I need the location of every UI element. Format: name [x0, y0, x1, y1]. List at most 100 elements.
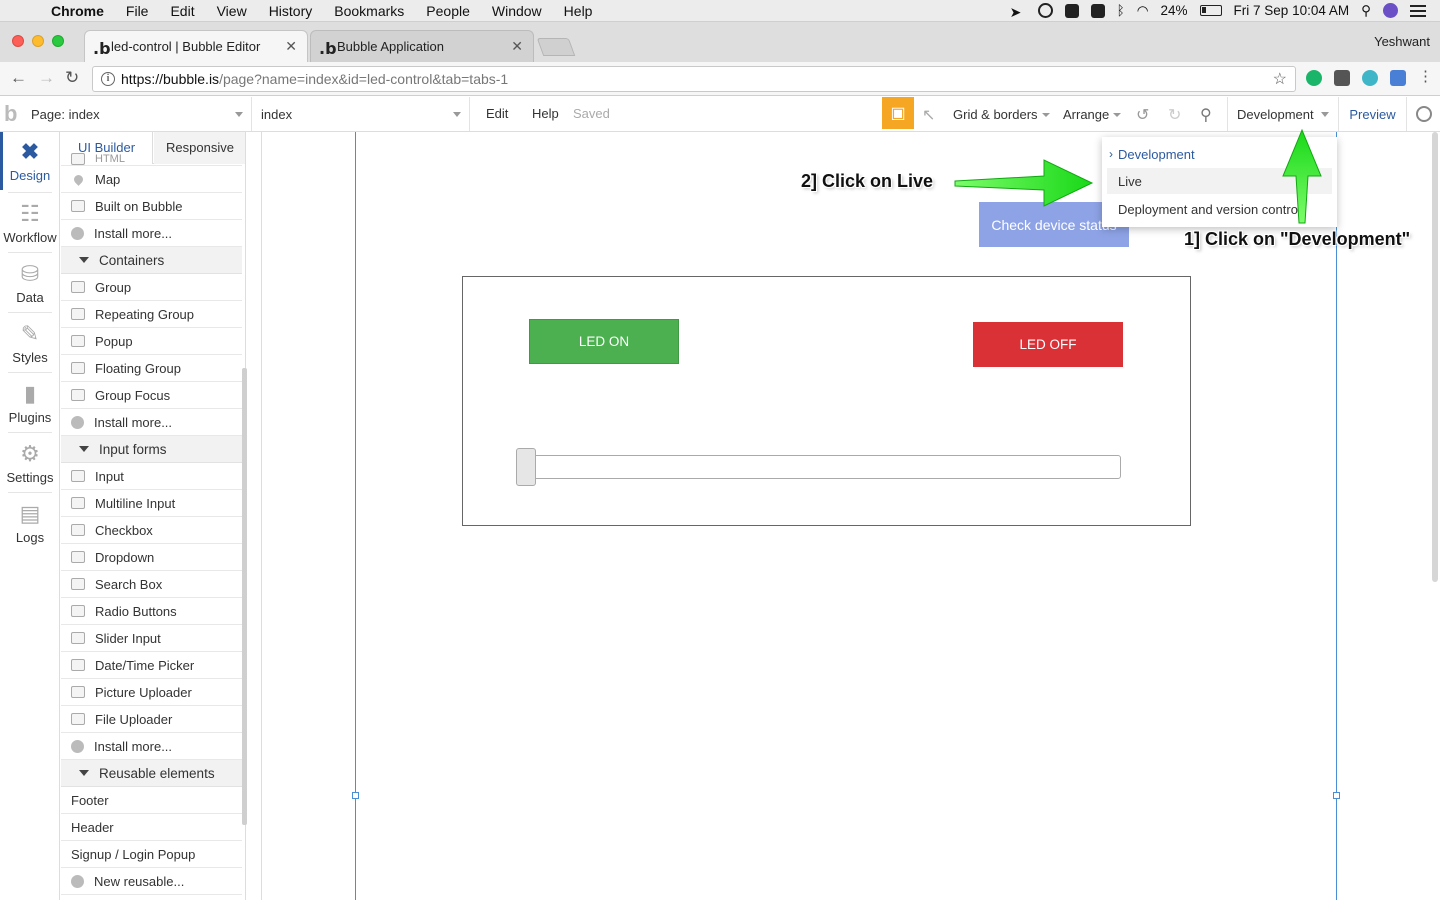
menu-app[interactable]: Chrome	[40, 3, 115, 19]
palette-item[interactable]: Install more...	[61, 409, 242, 436]
palette-section-header[interactable]: Containers	[61, 247, 242, 274]
palette-item-html[interactable]: HTML	[61, 150, 242, 166]
palette-item[interactable]: Search Box	[61, 571, 242, 598]
palette-item[interactable]: Date/Time Picker	[61, 652, 242, 679]
palette-item[interactable]: Radio Buttons	[61, 598, 242, 625]
profile-name[interactable]: Yeshwant	[1374, 34, 1430, 49]
version-option-deployment[interactable]: Deployment and version control	[1107, 196, 1332, 222]
palette-item[interactable]: Footer	[61, 787, 242, 814]
nav-design[interactable]: ✖ Design	[0, 132, 60, 192]
close-window-button[interactable]	[12, 35, 24, 47]
palette-item[interactable]: Header	[61, 814, 242, 841]
bookmark-star-icon[interactable]: ☆	[1273, 69, 1287, 89]
calendar-extension-icon[interactable]	[1390, 70, 1406, 86]
slider-track[interactable]	[522, 455, 1121, 479]
palette-item[interactable]: Signup / Login Popup	[61, 841, 242, 868]
preview-button[interactable]: Preview	[1338, 97, 1406, 131]
palette-item[interactable]: Picture Uploader	[61, 679, 242, 706]
version-option-development[interactable]: › Development	[1107, 141, 1332, 167]
palette-item[interactable]: File Uploader	[61, 706, 242, 733]
version-option-live[interactable]: Live	[1107, 168, 1332, 194]
nav-logs[interactable]: ▤ Logs	[0, 494, 60, 554]
m-extension-icon[interactable]	[1362, 70, 1378, 86]
forward-icon[interactable]: →	[38, 68, 55, 88]
resize-handle[interactable]	[352, 792, 359, 799]
palette-item[interactable]: Popup	[61, 328, 242, 355]
nav-styles[interactable]: ✎ Styles	[0, 314, 60, 374]
wifi-icon[interactable]: ◠	[1137, 3, 1149, 19]
gift-button[interactable]: ▣	[882, 97, 914, 129]
grid-borders-dropdown[interactable]: Grid & borders	[953, 107, 1050, 122]
fullscreen-window-button[interactable]	[52, 35, 64, 47]
clock[interactable]: Fri 7 Sep 10:04 AM	[1234, 3, 1350, 18]
spotlight-icon[interactable]: ⚲	[1361, 3, 1371, 19]
element-select[interactable]: index	[253, 97, 470, 131]
menu-history[interactable]: History	[258, 3, 324, 19]
back-icon[interactable]: ←	[10, 68, 27, 88]
tab-bubble-editor[interactable]: .b led-control | Bubble Editor ✕	[84, 30, 308, 62]
redo-icon[interactable]: ↻	[1168, 105, 1181, 125]
page-select[interactable]: Page: index	[24, 97, 252, 131]
canvas-scrollbar[interactable]	[1432, 132, 1438, 582]
menu-bookmarks[interactable]: Bookmarks	[323, 3, 415, 19]
new-tab-button[interactable]	[536, 38, 576, 56]
search-icon[interactable]: ⚲	[1200, 105, 1212, 125]
siri-icon[interactable]	[1383, 3, 1398, 18]
menu-window[interactable]: Window	[481, 3, 553, 19]
grammarly-extension-icon[interactable]	[1306, 70, 1322, 86]
close-tab-icon[interactable]: ✕	[285, 38, 297, 55]
palette-item[interactable]: Built on Bubble	[61, 193, 242, 220]
reload-icon[interactable]: ↻	[65, 68, 79, 88]
menu-help[interactable]: Help	[553, 3, 604, 19]
palette-section-header[interactable]: Reusable elements	[61, 760, 242, 787]
menu-view[interactable]: View	[206, 3, 258, 19]
bubble-logo-icon[interactable]: b	[4, 101, 17, 127]
menu-edit[interactable]: Edit	[159, 3, 205, 19]
bluetooth-icon[interactable]: ᛒ	[1117, 3, 1125, 18]
menu-file[interactable]: File	[115, 3, 160, 19]
account-button[interactable]	[1406, 97, 1440, 131]
arrange-dropdown[interactable]: Arrange	[1063, 107, 1122, 122]
palette-item[interactable]: Install more...	[61, 733, 242, 760]
sync-icon[interactable]	[1037, 3, 1053, 18]
resize-handle[interactable]	[1333, 792, 1340, 799]
chrome-menu-icon[interactable]: ⋮	[1418, 67, 1433, 85]
palette-item[interactable]: Group Focus	[61, 382, 242, 409]
pointer-icon[interactable]: ↖	[922, 105, 935, 125]
minimize-window-button[interactable]	[32, 35, 44, 47]
palette-item[interactable]: Group	[61, 274, 242, 301]
drive-icon[interactable]	[1064, 3, 1079, 18]
nav-workflow[interactable]: ☷ Workflow	[0, 194, 60, 254]
pocket-extension-icon[interactable]	[1334, 70, 1350, 86]
nav-settings[interactable]: ⚙ Settings	[0, 434, 60, 494]
palette-item[interactable]: Map	[61, 166, 242, 193]
nav-data[interactable]: ⛁ Data	[0, 254, 60, 314]
battery-icon[interactable]	[1199, 5, 1222, 16]
help-menu[interactable]: Help	[532, 106, 559, 121]
palette-item[interactable]: Checkbox	[61, 517, 242, 544]
tab-bubble-application[interactable]: .b Bubble Application ✕	[310, 30, 534, 62]
notification-center-icon[interactable]	[1410, 4, 1426, 17]
led-off-button[interactable]: LED OFF	[973, 322, 1123, 367]
slider-thumb[interactable]	[516, 448, 536, 486]
led-control-group[interactable]	[462, 276, 1191, 526]
cast-icon[interactable]: ➤	[1010, 4, 1026, 20]
version-dropdown[interactable]: Development	[1227, 97, 1337, 131]
led-on-button[interactable]: LED ON	[529, 319, 679, 364]
palette-item[interactable]: Install more...	[61, 220, 242, 247]
undo-icon[interactable]: ↺	[1136, 105, 1149, 125]
edit-menu[interactable]: Edit	[486, 106, 508, 121]
palette-item[interactable]: Multiline Input	[61, 490, 242, 517]
palette-item[interactable]: Dropdown	[61, 544, 242, 571]
palette-item[interactable]: Slider Input	[61, 625, 242, 652]
page-left-edge[interactable]	[355, 132, 356, 900]
menu-people[interactable]: People	[415, 3, 481, 19]
grid-app-icon[interactable]	[1090, 3, 1105, 18]
nav-plugins[interactable]: ▮ Plugins	[0, 374, 60, 434]
url-input[interactable]: i https://bubble.is /page?name=index&id=…	[92, 66, 1296, 92]
palette-section-header[interactable]: Input forms	[61, 436, 242, 463]
palette-item[interactable]: Floating Group	[61, 355, 242, 382]
close-tab-icon[interactable]: ✕	[511, 38, 523, 55]
site-info-icon[interactable]: i	[101, 72, 115, 86]
palette-item[interactable]: Repeating Group	[61, 301, 242, 328]
